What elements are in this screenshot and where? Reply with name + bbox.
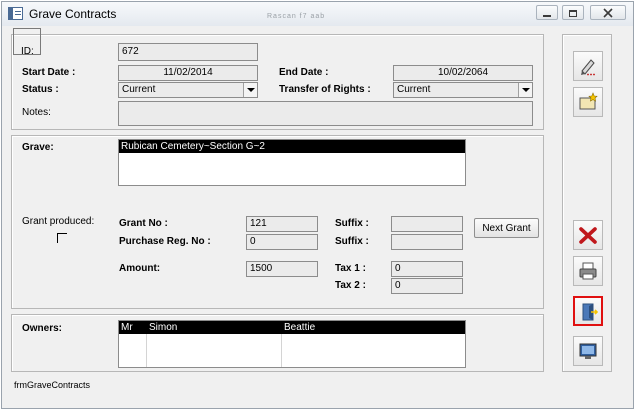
tax2-field[interactable]: 0 <box>391 278 463 294</box>
delete-icon <box>579 227 597 244</box>
form-app-icon <box>8 7 23 20</box>
notes-label: Notes: <box>22 107 51 118</box>
grave-listbox[interactable]: Rubican Cemetery~Section G~2 <box>118 139 466 186</box>
new-record-icon <box>579 92 598 110</box>
faint-title-text: Rascan f7 aab <box>267 13 326 20</box>
exit-door-icon <box>582 303 599 321</box>
edit-icon <box>581 59 595 76</box>
suffix-field-1[interactable] <box>391 216 463 232</box>
owner-last-name: Beattie <box>284 322 316 333</box>
close-button[interactable] <box>590 5 626 20</box>
grave-selected-row[interactable]: Rubican Cemetery~Section G~2 <box>119 140 465 153</box>
screen-button[interactable] <box>573 336 603 366</box>
status-value: Current <box>122 84 156 95</box>
id-field[interactable]: 672 <box>118 43 258 61</box>
grant-produced-checkbox[interactable] <box>57 233 67 243</box>
tax1-field[interactable]: 0 <box>391 261 463 277</box>
grave-label: Grave: <box>22 142 54 153</box>
delete-button[interactable] <box>573 220 603 250</box>
owners-label: Owners: <box>22 323 63 334</box>
window-title: Grave Contracts <box>29 7 117 21</box>
transfer-rights-combo[interactable]: Current <box>393 82 533 98</box>
transfer-dropdown-arrow-icon[interactable] <box>518 83 532 97</box>
owners-listbox[interactable]: Mr Simon Beattie <box>118 320 466 368</box>
owner-title: Mr <box>121 322 133 333</box>
suffix-label-1: Suffix : <box>335 218 369 229</box>
owner-col-divider <box>281 334 282 367</box>
id-label: ID: <box>21 46 34 57</box>
print-icon <box>579 262 597 280</box>
status-combo[interactable]: Current <box>118 82 258 98</box>
owner-first-name: Simon <box>149 322 178 333</box>
tax1-label: Tax 1 : <box>335 263 366 274</box>
notes-field[interactable] <box>118 101 533 126</box>
owner-col-divider <box>146 334 147 367</box>
owner-row[interactable]: Mr Simon Beattie <box>119 321 465 334</box>
tax2-label: Tax 2 : <box>335 280 366 291</box>
minimize-icon <box>543 14 551 17</box>
start-date-label: Start Date : <box>22 67 76 78</box>
amount-field[interactable]: 1500 <box>246 261 318 277</box>
purchase-reg-field[interactable]: 0 <box>246 234 318 250</box>
title-bar: Grave Contracts Rascan f7 aab <box>2 2 633 26</box>
status-dropdown-arrow-icon[interactable] <box>243 83 257 97</box>
form-name-footer: frmGraveContracts <box>14 380 91 390</box>
new-record-button[interactable] <box>573 87 603 117</box>
grant-no-field[interactable]: 121 <box>246 216 318 232</box>
restore-button[interactable] <box>562 5 584 20</box>
restore-icon <box>569 9 577 17</box>
status-label: Status : <box>22 84 59 95</box>
print-button[interactable] <box>573 256 603 286</box>
screen-icon <box>579 343 597 359</box>
transfer-rights-value: Current <box>397 84 431 95</box>
start-date-field[interactable]: 11/02/2014 <box>118 65 258 81</box>
suffix-field-2[interactable] <box>391 234 463 250</box>
close-icon <box>603 7 613 18</box>
end-date-field[interactable]: 10/02/2064 <box>393 65 533 81</box>
grant-produced-label: Grant produced: <box>22 216 95 227</box>
next-grant-button[interactable]: Next Grant <box>474 218 539 238</box>
end-date-label: End Date : <box>279 67 329 78</box>
grant-no-label: Grant No : <box>119 218 168 229</box>
exit-button[interactable] <box>573 296 603 326</box>
transfer-rights-label: Transfer of Rights : <box>279 84 371 95</box>
minimize-button[interactable] <box>536 5 558 20</box>
purchase-reg-label: Purchase Reg. No : <box>119 236 211 247</box>
amount-label: Amount: <box>119 263 161 274</box>
suffix-label-2: Suffix : <box>335 236 369 247</box>
edit-button[interactable] <box>573 51 603 81</box>
